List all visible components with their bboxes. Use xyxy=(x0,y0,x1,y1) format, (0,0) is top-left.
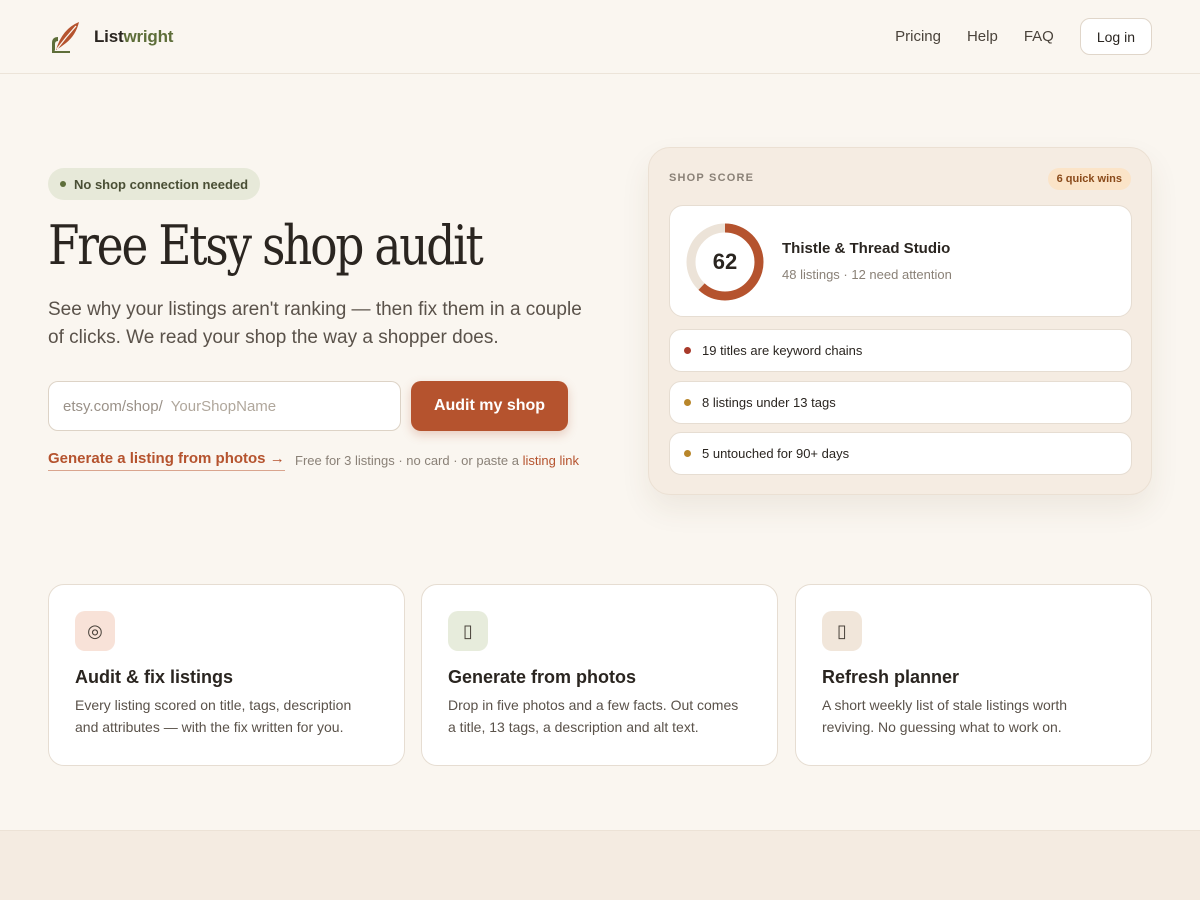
no-connection-pill: No shop connection needed xyxy=(48,168,261,200)
top-nav: Listwright Pricing Help FAQ Log in xyxy=(0,0,1200,74)
feature-card-generate: ▯ Generate from photos Drop in five phot… xyxy=(421,584,778,766)
page-title: Free Etsy shop audit xyxy=(48,214,484,277)
photo-icon: ▯ xyxy=(448,611,488,651)
quill-logo-icon xyxy=(52,21,79,53)
pill-dot-icon xyxy=(60,181,66,187)
nav-help-link[interactable]: Help xyxy=(967,28,998,45)
target-icon: ◎ xyxy=(75,611,115,651)
brand-name-part1: List xyxy=(94,26,124,46)
feature-card-refresh: ▯ Refresh planner A short weekly list of… xyxy=(795,584,1152,766)
shop-summary-panel: 62 Thistle & Thread Studio 48 listings ·… xyxy=(669,205,1132,317)
issue-item[interactable]: 19 titles are keyword chains xyxy=(669,329,1132,372)
shop-score-label: SHOP SCORE xyxy=(669,172,755,184)
pill-text: No shop connection needed xyxy=(74,176,249,192)
photo-glyph: ▯ xyxy=(463,620,473,641)
audit-my-shop-button[interactable]: Audit my shop xyxy=(411,381,568,431)
brand-name-part2: wright xyxy=(123,26,174,46)
issue-text: 19 titles are keyword chains xyxy=(702,343,863,358)
shop-url-prefix: etsy.com/shop/ xyxy=(63,397,163,415)
calendar-glyph: ▯ xyxy=(837,620,847,641)
logo[interactable]: Listwright xyxy=(48,19,173,55)
shop-score-card: SHOP SCORE 6 quick wins 62 Thistle & Thr… xyxy=(648,147,1152,495)
hero-subtitle: See why your listings aren't ranking — t… xyxy=(48,299,582,348)
issue-text: 5 untouched for 90+ days xyxy=(702,446,850,461)
shop-name: Thistle & Thread Studio xyxy=(782,240,951,257)
issue-dot-icon xyxy=(684,450,691,457)
shop-meta: 48 listings · 12 need attention xyxy=(782,267,952,282)
quick-wins-badge: 6 quick wins xyxy=(1047,168,1131,190)
feature-card-audit: ◎ Audit & fix listings Every listing sco… xyxy=(48,584,405,766)
generate-listing-link[interactable]: Generate a listing from photos → xyxy=(48,450,285,471)
brand-name: Listwright xyxy=(94,27,173,47)
target-glyph: ◎ xyxy=(87,620,103,641)
feature-title: Refresh planner xyxy=(822,667,960,687)
feature-title: Audit & fix listings xyxy=(75,667,234,687)
main-nav: Pricing Help FAQ Log in xyxy=(895,18,1152,55)
feature-desc: Drop in five photos and a few facts. Out… xyxy=(448,697,739,735)
issue-item[interactable]: 5 untouched for 90+ days xyxy=(669,432,1132,475)
nav-pricing-link[interactable]: Pricing xyxy=(895,28,941,45)
nav-faq-link[interactable]: FAQ xyxy=(1024,28,1054,45)
shop-name-input[interactable] xyxy=(170,397,371,415)
issue-item[interactable]: 8 listings under 13 tags xyxy=(669,381,1132,424)
feature-title: Generate from photos xyxy=(448,667,637,687)
calendar-icon: ▯ xyxy=(822,611,862,651)
feature-desc: A short weekly list of stale listings wo… xyxy=(822,697,1068,735)
issue-dot-icon xyxy=(684,347,691,354)
login-button[interactable]: Log in xyxy=(1079,18,1152,55)
footer-band xyxy=(0,830,1200,900)
shop-url-input-group[interactable]: etsy.com/shop/ xyxy=(48,381,401,431)
free-note: Free for 3 listings · no card · or paste… xyxy=(295,453,579,468)
feature-desc: Every listing scored on title, tags, des… xyxy=(75,697,352,735)
listing-link[interactable]: listing link xyxy=(523,453,579,468)
issue-text: 8 listings under 13 tags xyxy=(702,395,836,410)
issue-dot-icon xyxy=(684,399,691,406)
free-note-text: Free for 3 listings · no card · or paste… xyxy=(295,453,523,468)
score-number: 62 xyxy=(712,249,738,274)
